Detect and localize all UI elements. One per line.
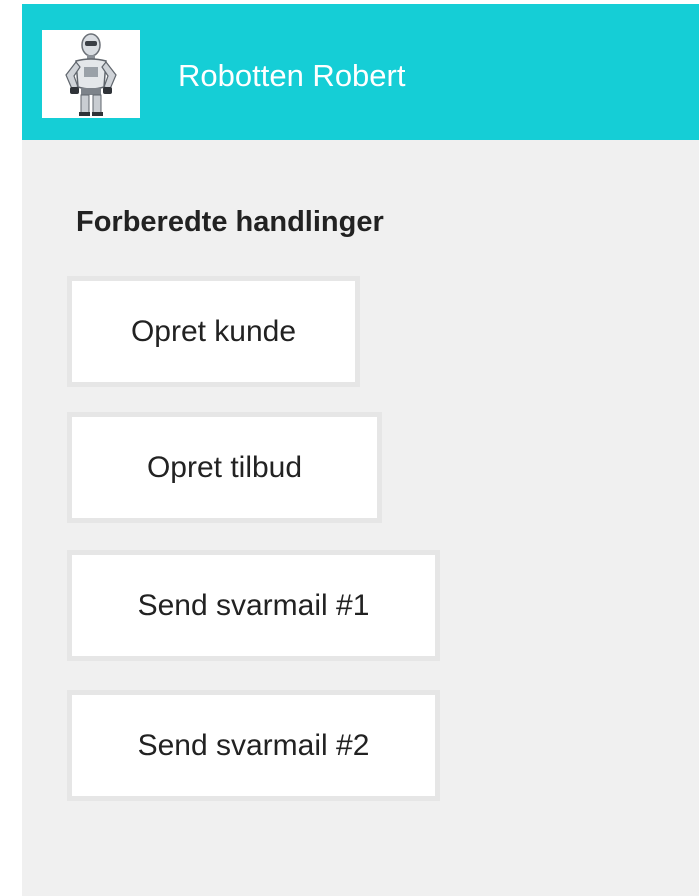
send-reply-mail-2-button[interactable]: Send svarmail #2 xyxy=(67,690,440,801)
send-reply-mail-1-button[interactable]: Send svarmail #1 xyxy=(67,550,440,661)
chat-panel: Robotten Robert Forberedte handlinger Op… xyxy=(22,4,699,896)
app-title: Robotten Robert xyxy=(178,58,406,93)
create-customer-button[interactable]: Opret kunde xyxy=(67,276,360,387)
avatar xyxy=(42,30,140,118)
create-quote-button[interactable]: Opret tilbud xyxy=(67,412,382,523)
section-heading: Forberedte handlinger xyxy=(76,206,384,238)
robot-icon xyxy=(65,33,117,116)
header-bar: Robotten Robert xyxy=(22,4,699,140)
